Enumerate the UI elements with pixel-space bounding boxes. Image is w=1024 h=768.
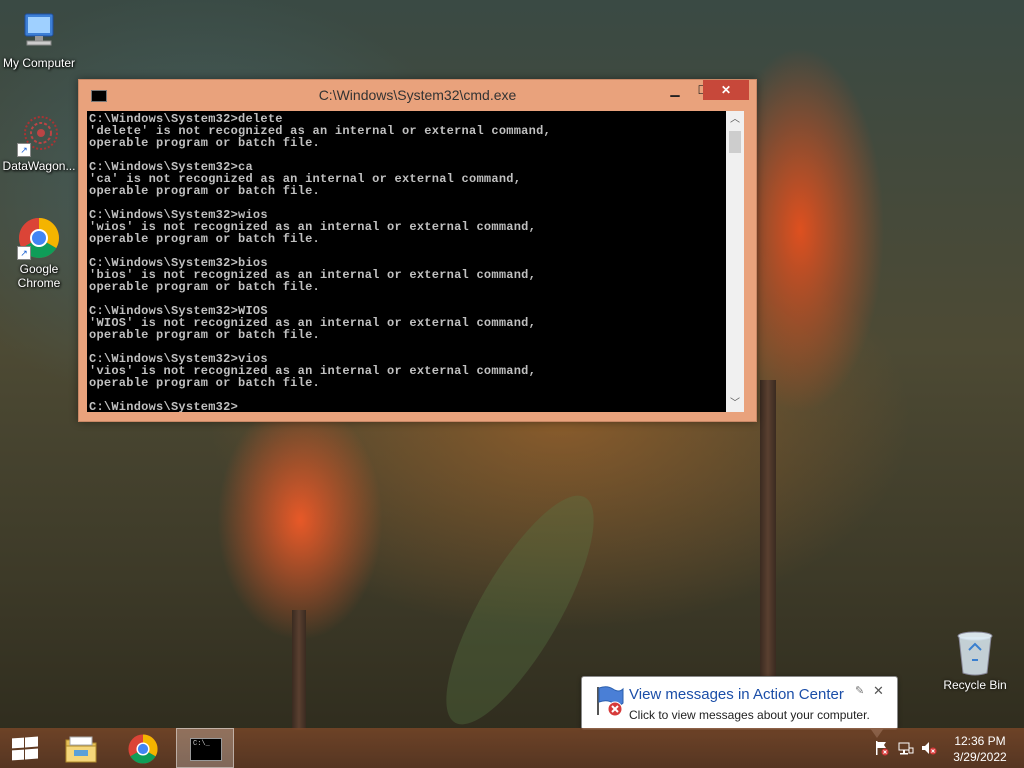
scroll-up-arrow-icon[interactable]: ︿	[726, 111, 744, 128]
action-center-flag-icon	[593, 685, 625, 717]
desktop-icon-datawagon[interactable]: ↗ DataWagon...	[1, 113, 77, 173]
notification-title[interactable]: View messages in Action Center	[629, 686, 844, 703]
taskbar-cmd[interactable]: C:\_	[176, 728, 234, 768]
chrome-icon	[128, 734, 158, 764]
console-line: operable program or batch file.	[89, 232, 320, 246]
minimize-button[interactable]: ▁	[661, 80, 689, 100]
desktop-icon-label: Recycle Bin	[943, 678, 1007, 692]
start-button[interactable]	[0, 728, 48, 768]
cmd-icon: C:\_	[190, 738, 222, 761]
chrome-icon: ↗	[17, 216, 61, 260]
notification-close-button[interactable]: ✕	[873, 683, 884, 699]
volume-muted-icon[interactable]	[921, 740, 937, 756]
console-line: operable program or batch file.	[89, 136, 320, 150]
windows-logo-icon	[12, 736, 38, 761]
computer-icon	[17, 10, 61, 54]
console-line: operable program or batch file.	[89, 280, 320, 294]
cmd-window-title: C:\Windows\System32\cmd.exe	[318, 87, 517, 103]
wallpaper-flower-stem	[292, 610, 306, 730]
clock-date: 3/29/2022	[953, 750, 1007, 764]
cmd-titlebar[interactable]: C:\Windows\System32\cmd.exe ▁ ☐ ✕	[79, 80, 756, 110]
desktop-icon-google-chrome[interactable]: ↗ Google Chrome	[1, 216, 77, 290]
taskbar: C:\_	[0, 728, 1024, 768]
desktop-icon-label: My Computer	[2, 56, 76, 70]
recycle-bin-icon	[955, 630, 995, 676]
clock-time: 12:36 PM	[954, 734, 1006, 748]
close-button[interactable]: ✕	[703, 80, 749, 100]
vertical-scrollbar[interactable]: ︿ ﹀	[726, 111, 744, 412]
pin-icon[interactable]: ✎	[855, 684, 864, 697]
desktop-icon-label: DataWagon...	[2, 159, 76, 173]
notification-subtitle: Click to view messages about your comput…	[629, 708, 870, 722]
console-line: operable program or batch file.	[89, 328, 320, 342]
folder-icon	[65, 736, 97, 763]
system-clock[interactable]: 12:36 PM 3/29/2022	[947, 733, 1013, 765]
wallpaper-flower-stem	[760, 380, 776, 700]
console-output[interactable]: C:\Windows\System32>delete'delete' is no…	[87, 111, 726, 412]
console-line: operable program or batch file.	[89, 184, 320, 198]
action-center-flag-tray-icon[interactable]	[874, 740, 890, 756]
taskbar-file-explorer[interactable]	[54, 728, 110, 768]
desktop-icon-my-computer[interactable]: My Computer	[1, 10, 77, 70]
console-line: operable program or batch file.	[89, 376, 320, 390]
taskbar-chrome[interactable]	[115, 728, 171, 768]
network-icon[interactable]	[898, 740, 914, 756]
shortcut-arrow-icon: ↗	[17, 143, 31, 157]
desktop-icon-recycle-bin[interactable]: Recycle Bin	[942, 630, 1008, 692]
desktop-icon-label: Google Chrome	[17, 262, 61, 290]
console-line: C:\Windows\System32>	[89, 400, 239, 412]
action-center-notification[interactable]: View messages in Action Center Click to …	[581, 676, 898, 738]
scroll-down-arrow-icon[interactable]: ﹀	[726, 395, 744, 412]
scrollbar-thumb[interactable]	[729, 131, 741, 153]
datawagon-icon: ↗	[17, 113, 61, 157]
cmd-window[interactable]: C:\Windows\System32\cmd.exe ▁ ☐ ✕ C:\Win…	[78, 79, 757, 422]
shortcut-arrow-icon: ↗	[17, 246, 31, 260]
